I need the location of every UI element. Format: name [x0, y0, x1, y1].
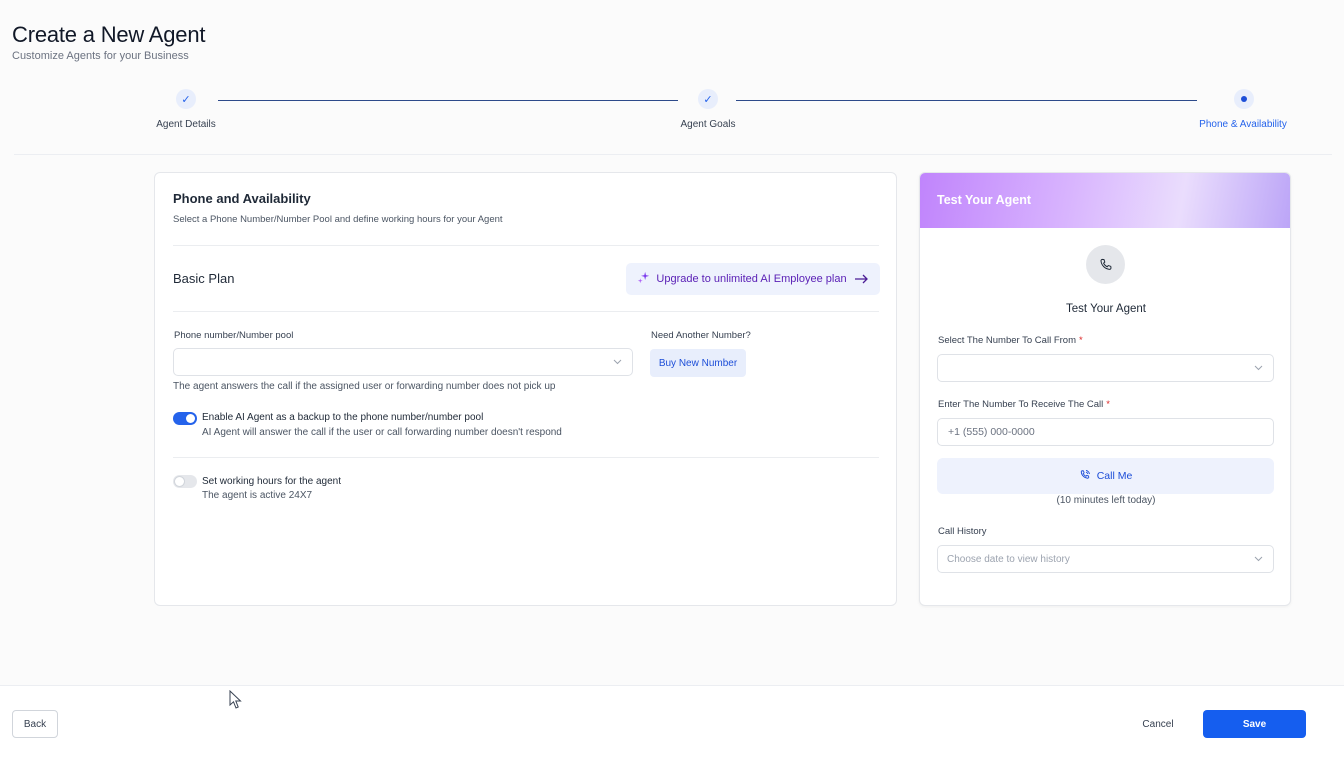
need-another-number-label: Need Another Number?	[651, 330, 751, 341]
step-1-check-icon[interactable]: ✓	[176, 89, 196, 109]
upgrade-plan-label: Upgrade to unlimited AI Employee plan	[656, 273, 847, 285]
minutes-left: (10 minutes left today)	[1056, 495, 1156, 506]
call-history-label: Call History	[938, 526, 987, 537]
step-3-current-dot-icon[interactable]	[1234, 89, 1254, 109]
page-title: Create a New Agent	[12, 22, 206, 47]
call-to-field[interactable]	[937, 418, 1274, 446]
divider	[173, 457, 879, 458]
stepper: ✓ ✓ Agent Details Agent Goals Phone & Av…	[0, 88, 1344, 138]
chevron-down-icon	[1254, 554, 1263, 564]
cancel-button[interactable]: Cancel	[1131, 710, 1185, 738]
call-history-select[interactable]: Choose date to view history	[937, 545, 1274, 573]
step-label-agent-details[interactable]: Agent Details	[156, 119, 215, 130]
buy-new-number-button[interactable]: Buy New Number	[650, 349, 746, 377]
divider	[173, 245, 879, 246]
call-me-button[interactable]: Call Me	[937, 458, 1274, 494]
phone-number-pool-select[interactable]	[173, 348, 633, 376]
call-from-select[interactable]	[937, 354, 1274, 382]
call-to-input[interactable]	[938, 419, 1273, 445]
call-history-placeholder: Choose date to view history	[947, 554, 1070, 565]
save-button[interactable]: Save	[1203, 710, 1306, 738]
step-label-phone-availability[interactable]: Phone & Availability	[1199, 119, 1287, 130]
phone-call-icon	[1079, 469, 1091, 484]
call-to-label: Enter The Number To Receive The Call *	[938, 399, 1110, 410]
test-agent-header: Test Your Agent	[920, 173, 1290, 228]
working-hours-description: The agent is active 24X7	[202, 490, 313, 501]
mouse-cursor-icon	[229, 689, 243, 715]
step-2-check-icon[interactable]: ✓	[698, 89, 718, 109]
backup-toggle[interactable]	[173, 412, 197, 425]
back-button[interactable]: Back	[12, 710, 58, 738]
chevron-down-icon	[1254, 363, 1263, 373]
backup-toggle-description: AI Agent will answer the call if the use…	[202, 427, 562, 438]
step-label-agent-goals[interactable]: Agent Goals	[680, 119, 735, 130]
chevron-down-icon	[613, 357, 622, 367]
section-title: Phone and Availability	[173, 191, 311, 206]
call-to-label-text: Enter The Number To Receive The Call	[938, 399, 1104, 410]
backup-toggle-title: Enable AI Agent as a backup to the phone…	[202, 412, 484, 423]
footer-bar: Back Cancel Save	[0, 685, 1344, 762]
page-subtitle: Customize Agents for your Business	[12, 50, 189, 62]
arrow-right-icon	[854, 271, 869, 287]
test-agent-header-title: Test Your Agent	[937, 193, 1031, 207]
header-divider	[14, 154, 1332, 155]
phone-hint: The agent answers the call if the assign…	[173, 381, 556, 392]
test-agent-card: Test Your Agent Test Your Agent Select T…	[919, 172, 1291, 606]
required-mark: *	[1106, 399, 1110, 410]
sparkle-icon	[637, 271, 650, 287]
plan-label: Basic Plan	[173, 271, 235, 286]
divider	[173, 311, 879, 312]
test-agent-title: Test Your Agent	[1066, 303, 1146, 315]
phone-icon	[1086, 245, 1125, 284]
upgrade-plan-button[interactable]: Upgrade to unlimited AI Employee plan	[626, 263, 880, 295]
required-mark: *	[1078, 335, 1083, 346]
phone-availability-card: Phone and Availability Select a Phone Nu…	[154, 172, 897, 606]
section-subtitle: Select a Phone Number/Number Pool and de…	[173, 214, 503, 225]
step-connector-1	[218, 100, 678, 101]
page-header: Create a New Agent Customize Agents for …	[12, 22, 205, 62]
phone-number-pool-label: Phone number/Number pool	[174, 330, 294, 341]
working-hours-title: Set working hours for the agent	[202, 476, 341, 487]
working-hours-toggle[interactable]	[173, 475, 197, 488]
step-connector-2	[736, 100, 1197, 101]
call-from-label-text: Select The Number To Call From	[938, 335, 1076, 346]
call-me-label: Call Me	[1096, 470, 1133, 482]
call-from-label: Select The Number To Call From *	[938, 335, 1083, 346]
